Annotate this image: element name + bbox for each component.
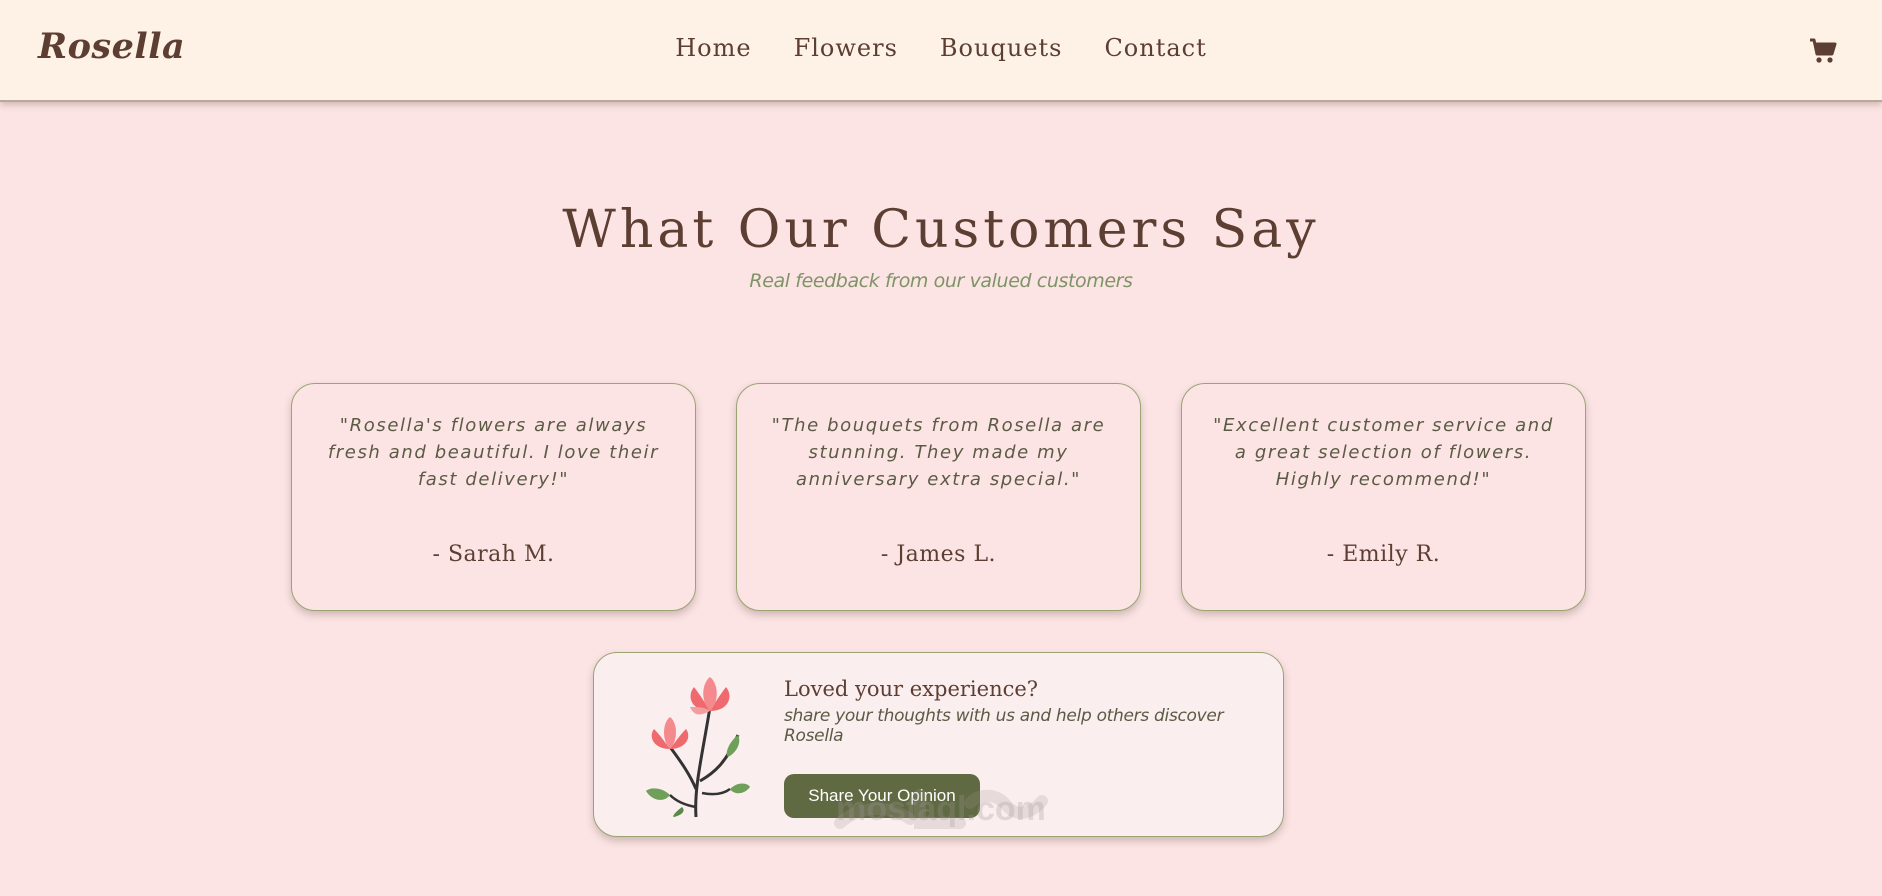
share-opinion-button[interactable]: Share Your Opinion: [784, 774, 980, 818]
testimonial-card: "The bouquets from Rosella are stunning.…: [736, 383, 1141, 611]
section-subtitle: Real feedback from our valued customers: [749, 270, 1133, 292]
testimonial-quote: "The bouquets from Rosella are stunning.…: [771, 415, 1106, 490]
cta-text: share your thoughts with us and help oth…: [784, 706, 1224, 746]
nav-menu: Home Flowers Bouquets Contact: [0, 34, 1882, 62]
testimonial-quote: "Rosella's flowers are always fresh and …: [327, 415, 660, 490]
section-title: What Our Customers Say: [562, 200, 1320, 260]
nav-home-link[interactable]: Home: [675, 34, 751, 62]
feedback-cta-card: Loved your experience? share your though…: [593, 652, 1284, 837]
top-navbar: Rosella Home Flowers Bouquets Contact: [0, 0, 1882, 102]
testimonial-card: "Rosella's flowers are always fresh and …: [291, 383, 696, 611]
testimonial-author: - James L.: [880, 542, 997, 567]
testimonial-quote: "Excellent customer service and a great …: [1213, 415, 1554, 490]
nav-bouquets-link[interactable]: Bouquets: [940, 34, 1063, 62]
nav-flowers-link[interactable]: Flowers: [794, 34, 898, 62]
testimonial-author: - Sarah M.: [432, 542, 555, 567]
flower-illustration-icon: [646, 677, 750, 817]
cta-heading: Loved your experience?: [784, 677, 1039, 701]
cart-icon[interactable]: [1809, 38, 1837, 64]
testimonial-card: "Excellent customer service and a great …: [1181, 383, 1586, 611]
nav-contact-link[interactable]: Contact: [1104, 34, 1206, 62]
testimonial-author: - Emily R.: [1326, 542, 1441, 567]
